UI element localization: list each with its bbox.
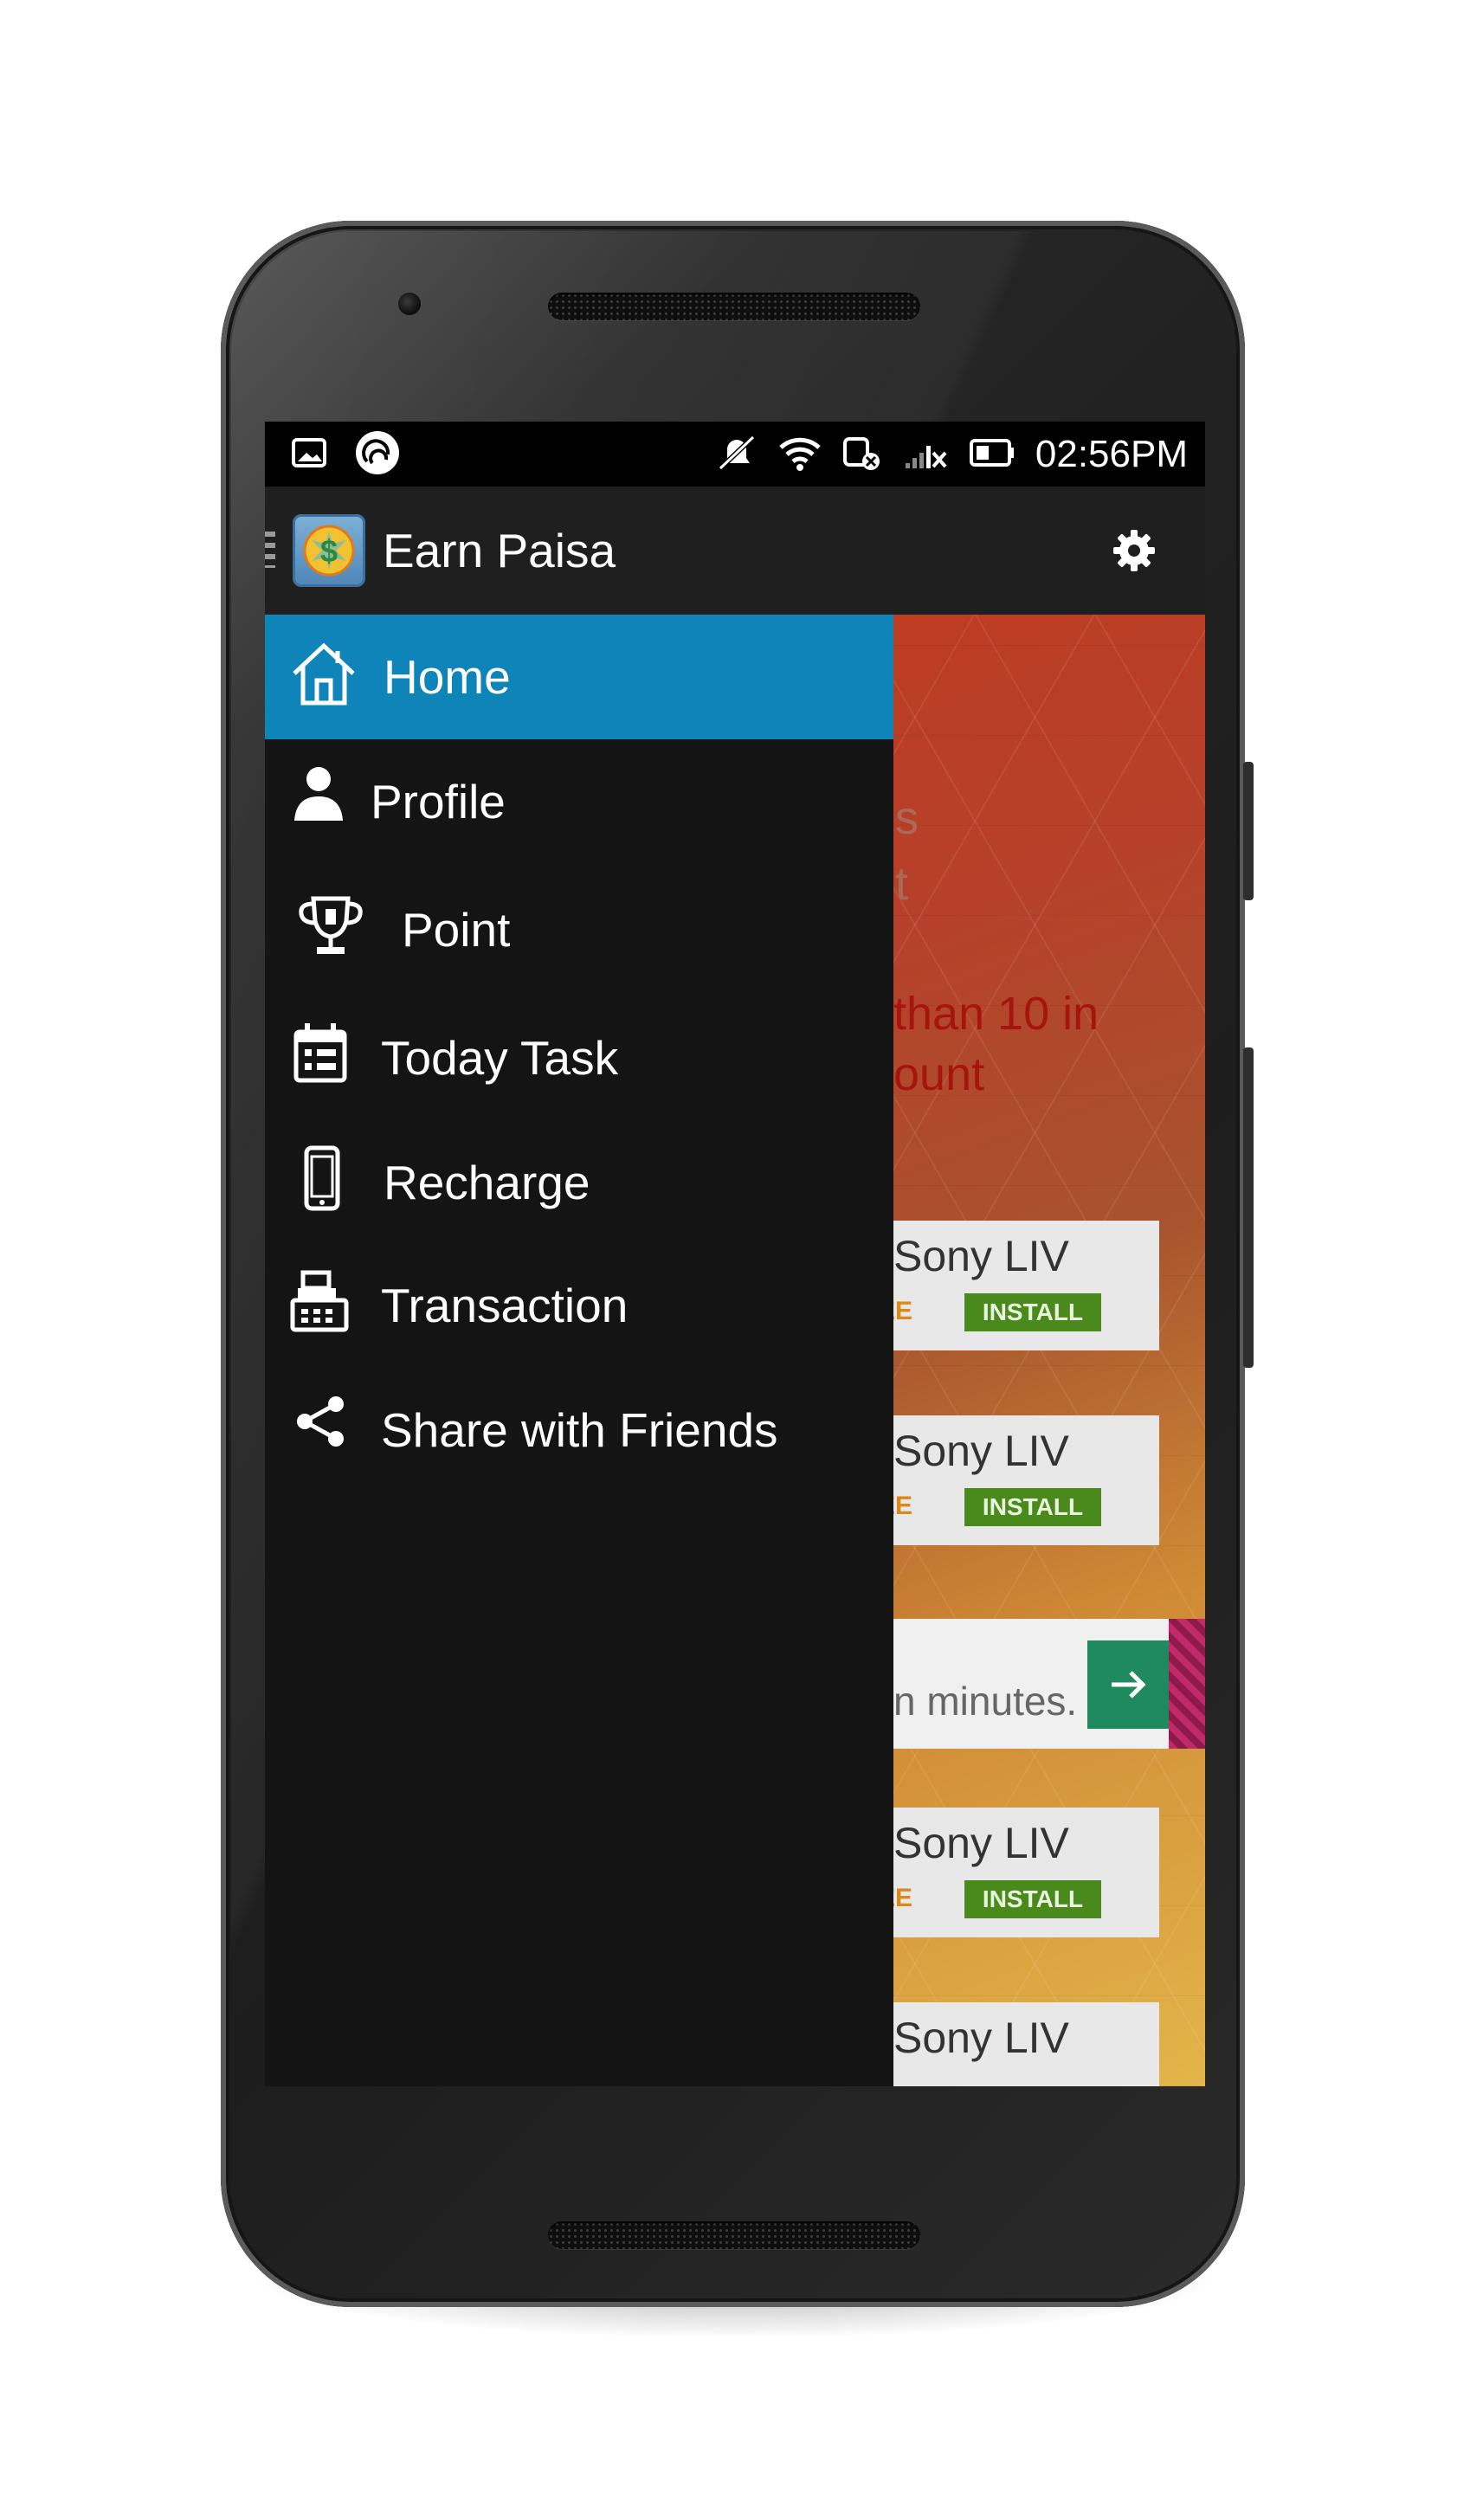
earn-paisa-logo[interactable]: $	[293, 514, 365, 587]
share-icon	[287, 1392, 357, 1461]
partial-text: t	[895, 858, 909, 910]
banner-text: n minutes.	[893, 1679, 1078, 1724]
partial-text: s	[895, 792, 919, 844]
warning-text: than 10 in	[893, 988, 1099, 1040]
cash-register-icon	[286, 1267, 355, 1337]
home-icon	[289, 639, 358, 708]
trophy-icon	[296, 892, 365, 961]
ad-title: Sony LIV	[893, 1232, 1069, 1280]
ad-title: Sony LIV	[893, 2014, 1069, 2062]
install-button[interactable]: INSTALL	[964, 1880, 1101, 1918]
drawer-item-transaction[interactable]: Transaction	[265, 1243, 893, 1368]
status-time: 02:56PM	[1035, 433, 1188, 475]
volume-button	[1243, 762, 1254, 900]
drawer-item-label: Share with Friends	[381, 1403, 778, 1457]
battery-icon	[968, 435, 1016, 474]
person-icon	[284, 764, 353, 833]
drawer-item-recharge[interactable]: Recharge	[265, 1120, 893, 1245]
notifications-muted-icon	[715, 434, 758, 476]
screen: 02:56PM s t than 10 in ount Sony LIV EE …	[265, 422, 1205, 2086]
signal-weak-icon	[902, 434, 949, 476]
arrow-right-icon[interactable]	[1087, 1640, 1169, 1729]
status-bar: 02:56PM	[265, 422, 1205, 487]
drawer-item-label: Transaction	[381, 1279, 629, 1332]
drawer-item-label: Today Task	[381, 1031, 619, 1085]
data-off-icon	[841, 434, 883, 476]
torrent-icon	[353, 429, 402, 481]
wifi-icon	[777, 434, 822, 476]
drawer-item-label: Recharge	[384, 1156, 590, 1209]
drawer-indicator-icon[interactable]	[265, 532, 275, 568]
calendar-icon	[287, 1020, 357, 1089]
warning-text: ount	[893, 1048, 985, 1100]
drawer-item-label: Home	[384, 650, 511, 704]
mobile-phone-icon	[287, 1144, 357, 1214]
drawer-item-profile[interactable]: Profile	[265, 739, 893, 864]
top-speaker	[548, 293, 920, 320]
navigation-drawer: Home Profile Point Today Task Recharge T…	[265, 615, 893, 2086]
ad-title: Sony LIV	[893, 1819, 1069, 1867]
install-button[interactable]: INSTALL	[964, 1293, 1101, 1331]
drawer-item-label: Profile	[371, 775, 506, 828]
drawer-item-share[interactable]: Share with Friends	[265, 1368, 893, 1492]
image-icon	[291, 435, 329, 474]
gear-icon[interactable]	[1110, 526, 1158, 575]
drawer-item-today-task[interactable]: Today Task	[265, 996, 893, 1120]
app-title: Earn Paisa	[383, 524, 616, 577]
drawer-item-label: Point	[402, 903, 511, 957]
svg-text:$: $	[320, 533, 338, 569]
drawer-item-point[interactable]: Point	[265, 867, 893, 992]
front-camera	[398, 293, 421, 315]
app-bar: $ Earn Paisa	[265, 487, 1205, 615]
banner-pattern	[1169, 1619, 1205, 1749]
drawer-item-home[interactable]: Home	[265, 615, 893, 739]
bottom-speaker	[548, 2221, 920, 2249]
install-button[interactable]: INSTALL	[964, 1488, 1101, 1526]
ad-title: Sony LIV	[893, 1427, 1069, 1475]
power-button	[1243, 1047, 1254, 1368]
